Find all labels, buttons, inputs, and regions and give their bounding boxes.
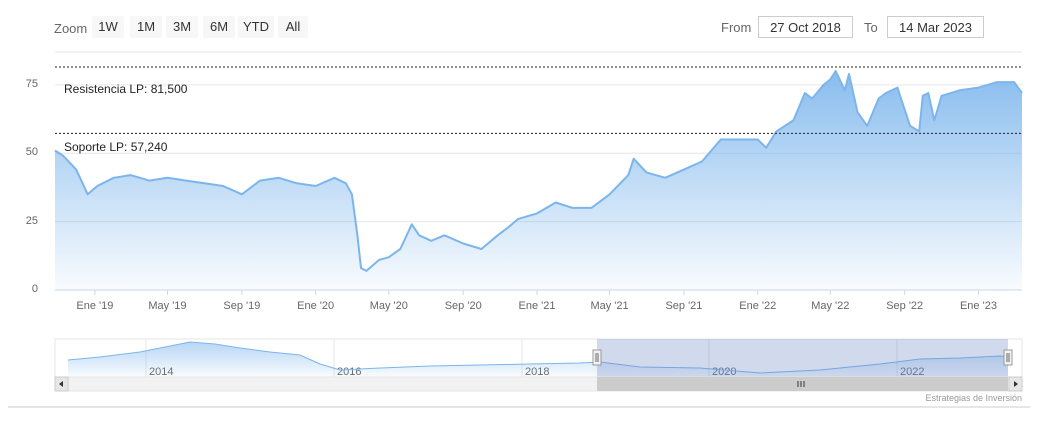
credits-link[interactable]: Estrategias de Inversión bbox=[925, 393, 1022, 403]
y-tick-label: 75 bbox=[25, 77, 38, 90]
resistance-line-label: Resistencia LP: 81,500 bbox=[64, 82, 188, 96]
navigator-year-label: 2014 bbox=[149, 366, 173, 378]
series-area bbox=[55, 71, 1022, 290]
scrollbar-left-button bbox=[54, 376, 69, 392]
scrollbar-track bbox=[54, 376, 1023, 392]
scroll-left-arrow-icon bbox=[59, 381, 63, 387]
navigator-area bbox=[68, 342, 1008, 377]
zoom-button-ytd[interactable]: YTD bbox=[238, 16, 274, 38]
x-tick-label: Ene '21 bbox=[518, 300, 556, 312]
navigator-selection-mask bbox=[597, 339, 1008, 377]
navigator-left-handle[interactable] bbox=[592, 349, 602, 366]
x-tick-label: May '22 bbox=[811, 300, 850, 312]
zoom-label: Zoom bbox=[54, 21, 88, 36]
navigator-line bbox=[67, 341, 1009, 374]
stock-chart: Zoom 1W 1M 3M 6M YTD All From 27 Oct 201… bbox=[0, 0, 1044, 423]
x-tick-label: Ene '19 bbox=[76, 300, 114, 312]
x-tick-label: Sep '22 bbox=[886, 300, 924, 312]
navigator-year-label: 2020 bbox=[712, 366, 736, 378]
handle-grip bbox=[592, 349, 602, 366]
zoom-button-1w[interactable]: 1W bbox=[92, 16, 124, 38]
scrollbar-thumb bbox=[597, 377, 1008, 391]
main-plot: 2014 2016 2018 2020 2022 bbox=[8, 51, 1030, 408]
x-tick-label: May '20 bbox=[369, 300, 408, 312]
x-tick-label: Sep '21 bbox=[665, 300, 703, 312]
x-tick-label: Sep '19 bbox=[223, 300, 261, 312]
x-tick-label: May '21 bbox=[590, 300, 629, 312]
handle-grip bbox=[1003, 349, 1013, 366]
series-line bbox=[54, 70, 1023, 272]
from-date-input[interactable]: 27 Oct 2018 bbox=[758, 16, 853, 38]
x-tick-label: May '19 bbox=[148, 300, 187, 312]
y-tick-label: 50 bbox=[25, 146, 38, 159]
navigator-frame bbox=[54, 338, 1023, 378]
y-tick-label: 0 bbox=[31, 283, 38, 295]
support-line-label: Soporte LP: 57,240 bbox=[64, 140, 168, 154]
navigator-year-label: 2022 bbox=[900, 366, 924, 378]
zoom-button-6m[interactable]: 6M bbox=[203, 16, 235, 38]
navigator-right-handle[interactable] bbox=[1003, 349, 1013, 366]
navigator-year-label: 2016 bbox=[337, 366, 361, 378]
y-tick-label: 25 bbox=[25, 214, 38, 227]
navigator-scrollbar[interactable] bbox=[54, 376, 1023, 392]
scroll-right-arrow-icon bbox=[1014, 381, 1018, 387]
to-date-input[interactable]: 14 Mar 2023 bbox=[887, 16, 984, 38]
to-label: To bbox=[864, 20, 878, 35]
navigator-year-label: 2018 bbox=[525, 366, 549, 378]
x-tick-label: Ene '20 bbox=[297, 300, 335, 312]
from-label: From bbox=[721, 20, 752, 35]
scrollbar-right-button bbox=[1008, 376, 1023, 392]
zoom-button-all[interactable]: All bbox=[278, 16, 308, 38]
zoom-button-1m[interactable]: 1M bbox=[130, 16, 162, 38]
x-tick-label: Sep '20 bbox=[444, 300, 482, 312]
x-tick-label: Ene '22 bbox=[739, 300, 777, 312]
zoom-button-3m[interactable]: 3M bbox=[166, 16, 198, 38]
x-tick-label: Ene '23 bbox=[959, 300, 997, 312]
